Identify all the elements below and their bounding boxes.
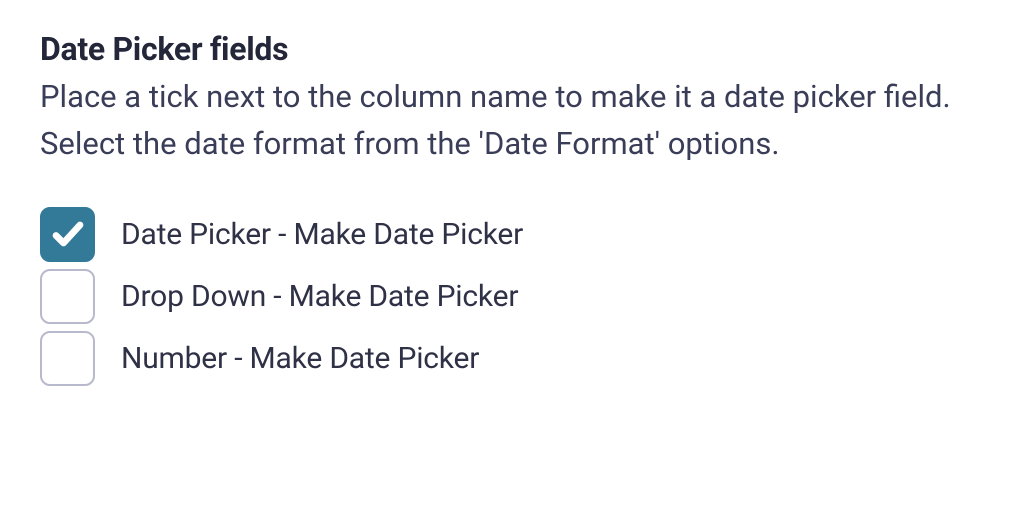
option-row-date-picker: Date Picker - Make Date Picker (40, 203, 984, 265)
option-label-date-picker[interactable]: Date Picker - Make Date Picker (121, 217, 523, 252)
option-label-number[interactable]: Number - Make Date Picker (121, 341, 479, 376)
section-description: Place a tick next to the column name to … (40, 74, 980, 167)
option-label-drop-down[interactable]: Drop Down - Make Date Picker (121, 279, 518, 314)
date-picker-options: Date Picker - Make Date Picker Drop Down… (40, 203, 984, 389)
option-row-drop-down: Drop Down - Make Date Picker (40, 265, 984, 327)
check-icon (50, 216, 86, 252)
checkbox-date-picker[interactable] (40, 207, 95, 262)
checkbox-number[interactable] (40, 331, 95, 386)
section-heading: Date Picker fields (40, 30, 984, 68)
checkbox-drop-down[interactable] (40, 269, 95, 324)
option-row-number: Number - Make Date Picker (40, 327, 984, 389)
